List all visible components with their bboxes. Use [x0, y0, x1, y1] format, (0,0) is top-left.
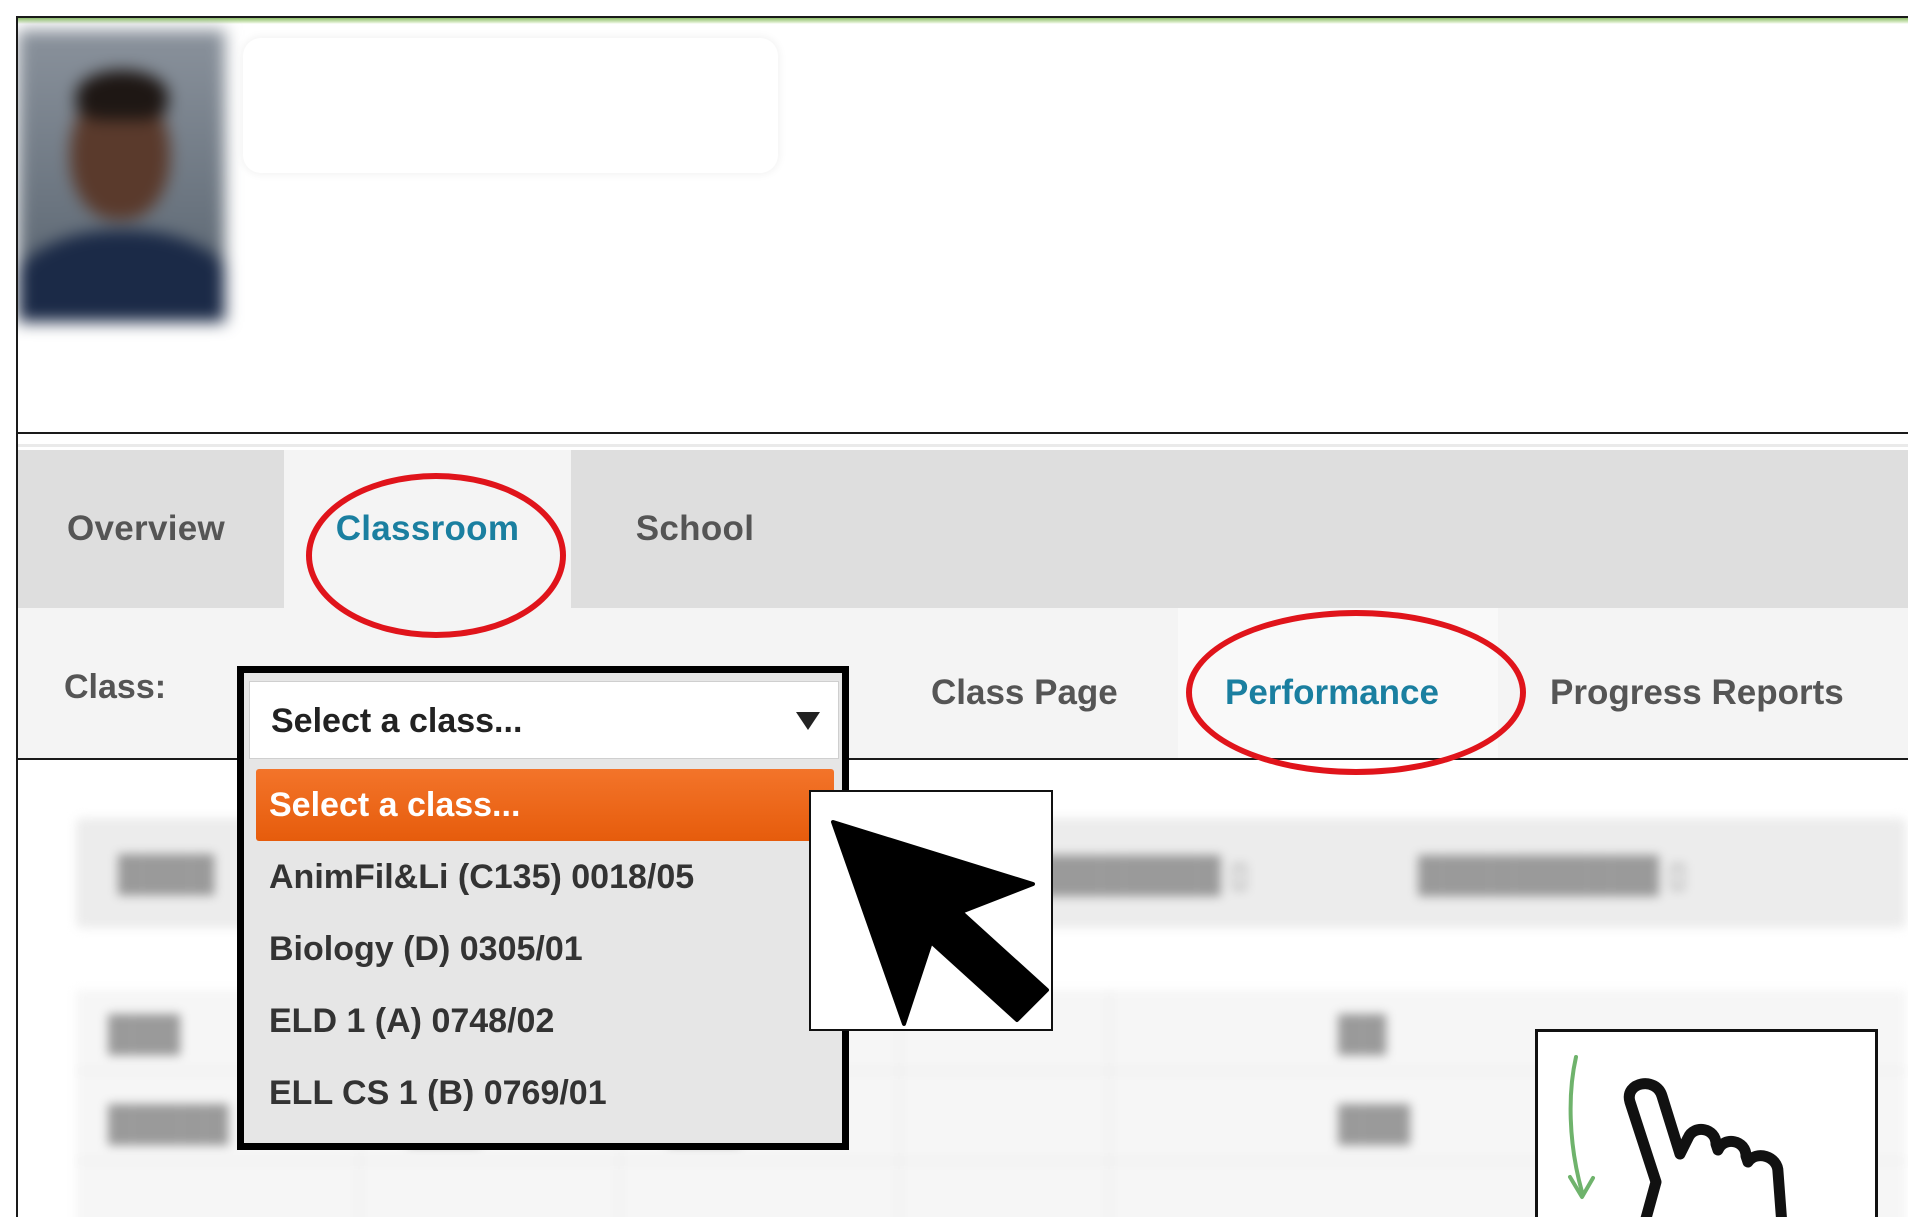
header-divider — [18, 432, 1908, 434]
class-option[interactable]: AnimFil&Li (C135) 0018/05 — [256, 841, 834, 913]
tab-school[interactable]: School — [605, 450, 785, 608]
blurred-text: ███ — [108, 1015, 181, 1053]
class-select-value: Select a class... — [271, 702, 523, 740]
annotation-circle-performance — [1186, 610, 1526, 775]
class-option[interactable]: ELL CS 1 (B) 0769/01 — [256, 1057, 834, 1129]
arrow-cursor-icon — [831, 820, 1049, 1026]
tab-overview-label: Overview — [66, 509, 226, 548]
blurred-text: ███ — [1338, 1105, 1411, 1143]
blurred-col-line — [1108, 990, 1110, 1217]
avatar — [18, 30, 225, 322]
app-frame: Overview Classroom School Class: Class P… — [16, 16, 1908, 1217]
tab-progress-reports[interactable]: Progress Reports — [1550, 673, 1844, 713]
tab-overview[interactable]: Overview — [46, 450, 246, 608]
caret-down-icon[interactable] — [796, 712, 820, 730]
blurred-text: ████ — [118, 855, 215, 893]
cursor-illustration — [809, 790, 1053, 1031]
class-option[interactable]: ELD 1 (A) 0748/02 — [256, 985, 834, 1057]
tab-class-page[interactable]: Class Page — [931, 673, 1118, 713]
scroll-hand-illustration — [1535, 1029, 1878, 1217]
class-label: Class: — [64, 668, 167, 706]
primary-tab-bar: Overview Classroom School — [18, 444, 1908, 608]
blurred-text: ████████ ▯ — [1028, 856, 1249, 894]
class-select-dropdown[interactable]: Select a class... Select a class... Anim… — [237, 666, 849, 1150]
class-options-list: Select a class... AnimFil&Li (C135) 0018… — [256, 769, 834, 1129]
blurred-text: ██████████ ▯ — [1418, 856, 1688, 894]
top-accent-strip — [18, 18, 1908, 24]
blurred-text: █████ — [108, 1105, 229, 1143]
blurred-text: ██ — [1338, 1015, 1387, 1053]
class-option[interactable]: Biology (D) 0305/01 — [256, 913, 834, 985]
scroll-down-hand-icon — [1568, 1055, 1787, 1217]
tab-school-label: School — [635, 509, 755, 548]
class-option[interactable]: Select a class... — [256, 769, 834, 841]
class-select[interactable]: Select a class... — [249, 681, 839, 759]
annotation-circle-classroom — [306, 473, 566, 638]
redacted-name-area — [243, 38, 778, 173]
